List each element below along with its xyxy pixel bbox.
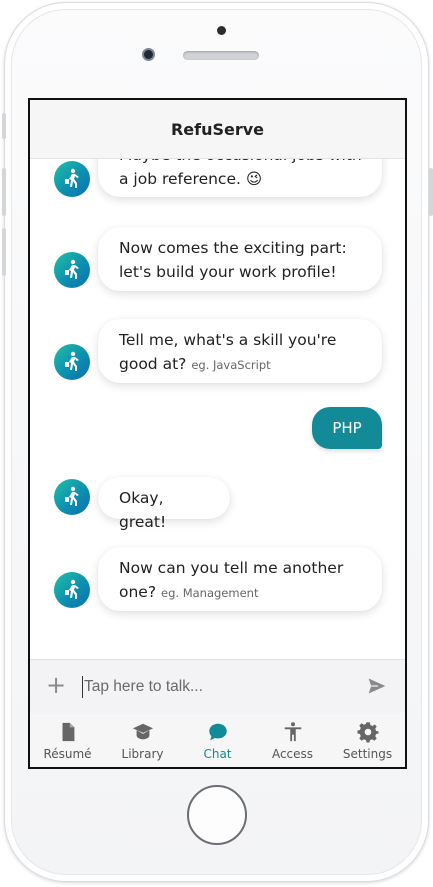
bot-avatar-icon [54, 252, 90, 288]
mute-switch [2, 113, 6, 139]
tab-resume[interactable]: Résumé [30, 713, 105, 767]
message-input[interactable] [84, 674, 354, 700]
message-composer: + [30, 659, 405, 714]
message-text: Maybe the occasional jobs with a job ref… [119, 159, 362, 188]
send-icon[interactable] [366, 676, 388, 696]
message-text: Okay, great! [119, 489, 167, 531]
message-text: PHP [332, 419, 362, 437]
volume-down-button [2, 228, 6, 276]
plus-icon[interactable]: + [46, 673, 66, 697]
tab-label: Library [121, 747, 164, 761]
phone-frame: RefuServe Maybe the occasional jobs with… [2, 2, 433, 882]
tab-access[interactable]: Access [255, 713, 330, 767]
message-hint: eg. JavaScript [191, 358, 271, 372]
tab-label: Chat [203, 747, 232, 761]
document-icon [62, 722, 74, 742]
bot-message: Now comes the exciting part: let's build… [98, 227, 382, 291]
home-button[interactable] [187, 785, 247, 845]
bot-avatar-icon [54, 572, 90, 608]
bot-message: Okay, great! [98, 477, 230, 531]
text-caret [82, 676, 83, 698]
bot-avatar-icon [54, 344, 90, 380]
tab-label: Résumé [43, 747, 92, 761]
bot-message: Tell me, what's a skill you're good at? … [98, 319, 382, 383]
tab-library[interactable]: Library [105, 713, 180, 767]
bot-avatar-icon [54, 161, 90, 197]
gear-icon [356, 722, 379, 743]
bot-avatar-icon [54, 479, 90, 515]
tab-settings[interactable]: Settings [330, 713, 405, 767]
user-message: PHP [312, 407, 382, 449]
front-camera [142, 48, 155, 61]
app-title-bar: RefuServe [30, 100, 405, 159]
chat-thread[interactable]: Maybe the occasional jobs with a job ref… [30, 159, 405, 659]
proximity-sensor [217, 26, 226, 35]
earpiece-speaker [183, 51, 259, 60]
volume-up-button [2, 168, 6, 216]
app-title: RefuServe [170, 119, 265, 139]
tab-label: Settings [342, 747, 393, 761]
app-screen: RefuServe Maybe the occasional jobs with… [28, 98, 407, 769]
bot-message: Now can you tell me another one? eg. Man… [98, 547, 382, 611]
accessibility-icon [284, 722, 301, 742]
bot-message: Maybe the occasional jobs with a job ref… [98, 159, 382, 197]
power-button [429, 168, 433, 216]
graduation-cap-icon [132, 723, 153, 740]
message-hint: eg. Management [161, 586, 259, 600]
chat-bubble-icon [208, 723, 227, 741]
message-text: Now comes the exciting part: let's build… [119, 239, 347, 281]
tab-chat[interactable]: Chat [180, 713, 255, 767]
tab-label: Access [271, 747, 314, 761]
bottom-tab-bar: Résumé Library Chat Access Settings [30, 713, 405, 767]
